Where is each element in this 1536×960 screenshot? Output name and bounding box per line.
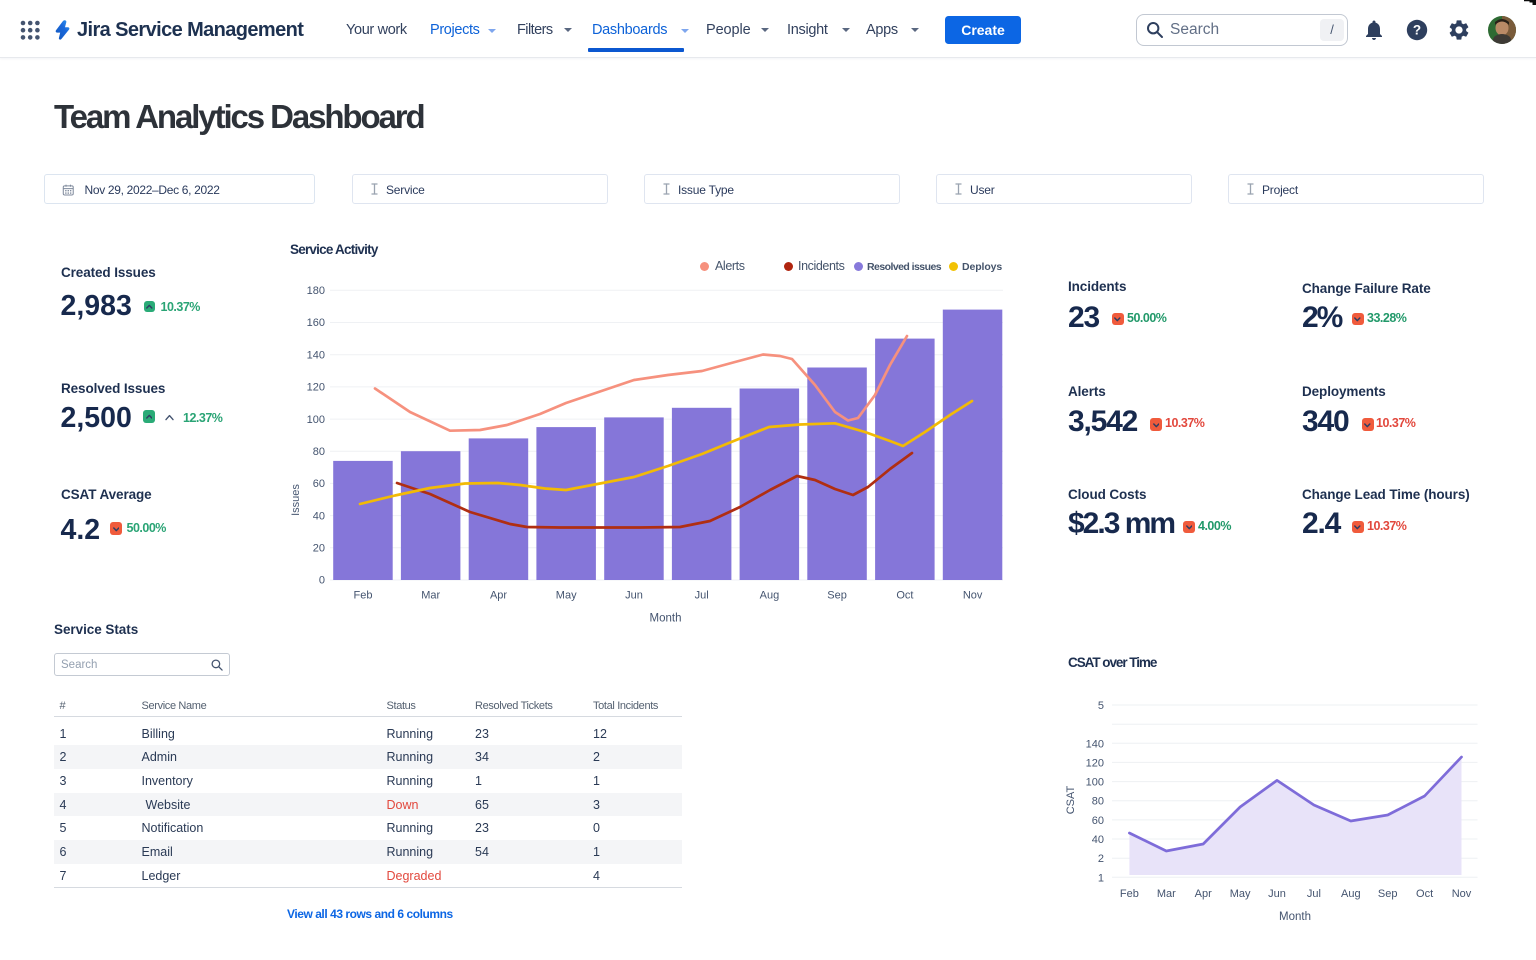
svg-text:Aug: Aug: [760, 590, 780, 602]
svg-text:180: 180: [307, 285, 325, 297]
svg-text:120: 120: [1086, 757, 1104, 769]
svg-text:Jun: Jun: [625, 590, 643, 602]
svg-text:Month: Month: [650, 613, 682, 625]
svg-text:?: ?: [1413, 23, 1421, 38]
svg-text:100: 100: [307, 414, 325, 426]
svg-text:Nov: Nov: [963, 590, 983, 602]
svg-text:Feb: Feb: [354, 590, 373, 602]
svg-text:140: 140: [307, 349, 325, 361]
svg-text:60: 60: [1092, 815, 1104, 827]
svg-text:Oct: Oct: [1416, 888, 1433, 900]
svg-text:80: 80: [1092, 796, 1104, 808]
svg-text:May: May: [1230, 888, 1251, 900]
svg-text:Issues: Issues: [290, 484, 302, 516]
svg-text:100: 100: [1086, 777, 1104, 789]
svg-text:140: 140: [1086, 738, 1104, 750]
svg-text:5: 5: [1098, 700, 1104, 712]
svg-text:0: 0: [319, 575, 325, 587]
svg-text:160: 160: [307, 317, 325, 329]
svg-text:CSAT: CSAT: [1065, 785, 1077, 814]
svg-text:Aug: Aug: [1341, 888, 1361, 900]
svg-text:Jul: Jul: [695, 590, 709, 602]
svg-text:1: 1: [1098, 872, 1104, 884]
svg-text:Feb: Feb: [1120, 888, 1139, 900]
svg-text:Mar: Mar: [1157, 888, 1176, 900]
svg-text:20: 20: [313, 543, 325, 555]
svg-text:Jun: Jun: [1268, 888, 1286, 900]
svg-text:40: 40: [1092, 834, 1104, 846]
svg-text:2: 2: [1098, 853, 1104, 865]
svg-text:40: 40: [313, 510, 325, 522]
svg-text:Sep: Sep: [827, 590, 847, 602]
svg-text:Mar: Mar: [421, 590, 440, 602]
svg-text:Sep: Sep: [1378, 888, 1398, 900]
svg-text:Nov: Nov: [1452, 888, 1472, 900]
svg-text:Jul: Jul: [1307, 888, 1321, 900]
svg-text:Oct: Oct: [896, 590, 913, 602]
svg-text:Apr: Apr: [1195, 888, 1212, 900]
svg-text:Month: Month: [1279, 911, 1311, 923]
svg-text:120: 120: [307, 382, 325, 394]
svg-text:Apr: Apr: [490, 590, 507, 602]
svg-text:60: 60: [313, 478, 325, 490]
svg-text:May: May: [556, 590, 577, 602]
svg-text:80: 80: [313, 446, 325, 458]
